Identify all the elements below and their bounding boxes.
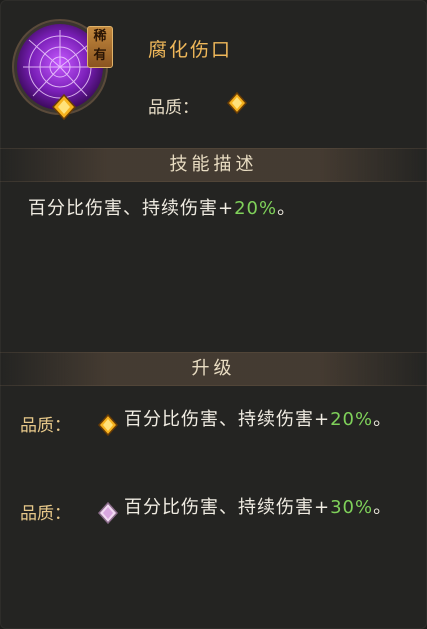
gold-gem-icon [226, 91, 248, 119]
upgrade-value: 20% [330, 409, 374, 430]
rarity-badge: 稀有 [87, 26, 113, 68]
upgrade-quality-label: 品质： [20, 416, 71, 436]
upgrade-value: 30% [330, 497, 374, 518]
upgrade-title: 升级 [191, 358, 236, 379]
gold-gem-icon [97, 408, 124, 440]
pink-crystal-icon [97, 496, 124, 528]
description-title: 技能描述 [169, 154, 258, 175]
skill-description: 百分比伤害、持续伤害+20%。 [28, 198, 297, 219]
description-value: 20% [234, 198, 278, 219]
upgrade-row: 品质： 百分比伤害、持续伤害+20%。 [20, 408, 410, 440]
gold-gem-icon [51, 93, 77, 124]
skill-quality-row: 品质： [148, 91, 248, 119]
upgrade-text: 百分比伤害、持续伤害+30%。 [124, 497, 393, 518]
description-header: 技能描述 [0, 148, 427, 182]
skill-name: 腐化伤口 [148, 39, 233, 61]
skill-icon-frame: 稀有 [17, 24, 113, 121]
skill-tooltip-panel: 稀有 腐化伤口 品质： 技能描述 百分比伤害、持续伤害+20%。 升级 品质： [0, 0, 427, 629]
upgrade-text: 百分比伤害、持续伤害+20%。 [124, 409, 393, 430]
upgrade-quality-label: 品质： [20, 504, 71, 524]
upgrade-row: 品质： 百分比伤害、持续伤害+30%。 [20, 496, 410, 528]
quality-label: 品质： [148, 98, 199, 118]
upgrade-header: 升级 [0, 352, 427, 386]
